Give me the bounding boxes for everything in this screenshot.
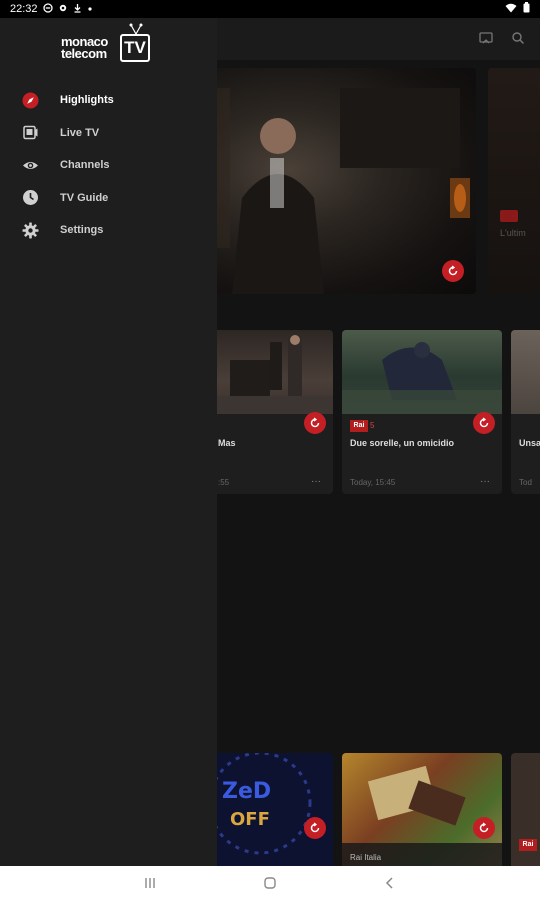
featured-hero-card[interactable] <box>190 68 476 294</box>
card-thumbnail <box>342 765 502 866</box>
menu-item-settings[interactable]: Settings <box>0 214 217 247</box>
program-card[interactable]: Rai <box>511 753 540 866</box>
channel-logo: Rai <box>350 420 368 432</box>
card-title: Rai Italia <box>350 853 382 862</box>
card-title: Unsa <box>519 438 540 448</box>
notification-dot-icon <box>87 3 93 15</box>
program-card[interactable]: Unsa Tod <box>511 330 540 494</box>
more-options-icon[interactable]: ··· <box>311 476 321 487</box>
card-title: L'ultim <box>500 228 526 238</box>
replay-button[interactable] <box>473 817 495 839</box>
settings-status-icon <box>58 3 68 16</box>
card-time: Tod <box>519 478 532 487</box>
card-thumbnail <box>511 330 540 414</box>
search-icon[interactable] <box>510 30 526 46</box>
card-thumbnail <box>342 330 502 414</box>
menu-item-channels[interactable]: Channels <box>0 149 217 182</box>
wifi-icon <box>505 3 517 16</box>
card-title: Mas <box>218 438 236 448</box>
replay-button[interactable] <box>304 412 326 434</box>
back-button[interactable] <box>380 873 400 893</box>
cast-icon[interactable] <box>478 30 494 46</box>
monaco-telecom-tv-logo: monaco telecom TV <box>61 23 153 66</box>
menu-item-live-tv[interactable]: Live TV <box>0 117 217 150</box>
clock-icon <box>22 189 39 206</box>
logo-tv-badge: TV <box>120 34 150 62</box>
battery-icon <box>523 2 530 16</box>
menu-item-label: Channels <box>60 159 110 172</box>
drawer-menu: Highlights Live TV Channels TV Guide Set… <box>0 84 217 247</box>
card-time: :55 <box>218 478 230 487</box>
svg-text:OFF: OFF <box>230 809 270 830</box>
gear-icon <box>22 222 39 239</box>
download-icon <box>73 3 82 16</box>
svg-text:ZeD: ZeD <box>222 779 271 804</box>
card-time: Today, 15:45 <box>350 478 396 487</box>
home-button[interactable] <box>260 873 280 893</box>
channel-logo: Rai <box>519 839 537 851</box>
channel-logo <box>500 210 518 222</box>
menu-item-tv-guide[interactable]: TV Guide <box>0 182 217 215</box>
navigation-drawer: monaco telecom TV Highlights Live TV Cha… <box>0 18 217 866</box>
replay-button[interactable] <box>473 412 495 434</box>
channel-name: 5 <box>370 421 375 430</box>
antenna-icon <box>129 23 143 34</box>
status-bar: 22:32 <box>0 0 540 18</box>
clock-text: 22:32 <box>10 3 38 15</box>
menu-item-highlights[interactable]: Highlights <box>0 84 217 117</box>
replay-button[interactable] <box>442 260 464 282</box>
recent-apps-button[interactable] <box>140 873 160 893</box>
more-options-icon[interactable]: ··· <box>480 476 490 487</box>
menu-item-label: Live TV <box>60 126 100 139</box>
program-card[interactable]: Rai Italia <box>342 753 502 866</box>
logo-line2: telecom <box>61 46 107 61</box>
compass-icon <box>22 92 39 109</box>
replay-button[interactable] <box>304 817 326 839</box>
menu-item-label: Highlights <box>60 94 114 107</box>
menu-item-label: Settings <box>60 224 104 237</box>
program-card[interactable]: Rai 5 Due sorelle, un omicidio Today, 15… <box>342 330 502 494</box>
live-tv-icon <box>22 124 39 141</box>
system-navigation-bar <box>0 866 540 900</box>
menu-item-label: TV Guide <box>60 191 109 204</box>
featured-side-card[interactable]: L'ultim <box>488 68 540 294</box>
dnd-icon <box>42 2 53 16</box>
hero-image <box>190 88 470 294</box>
card-title: Due sorelle, un omicidio <box>350 438 455 448</box>
eye-icon <box>22 157 39 174</box>
